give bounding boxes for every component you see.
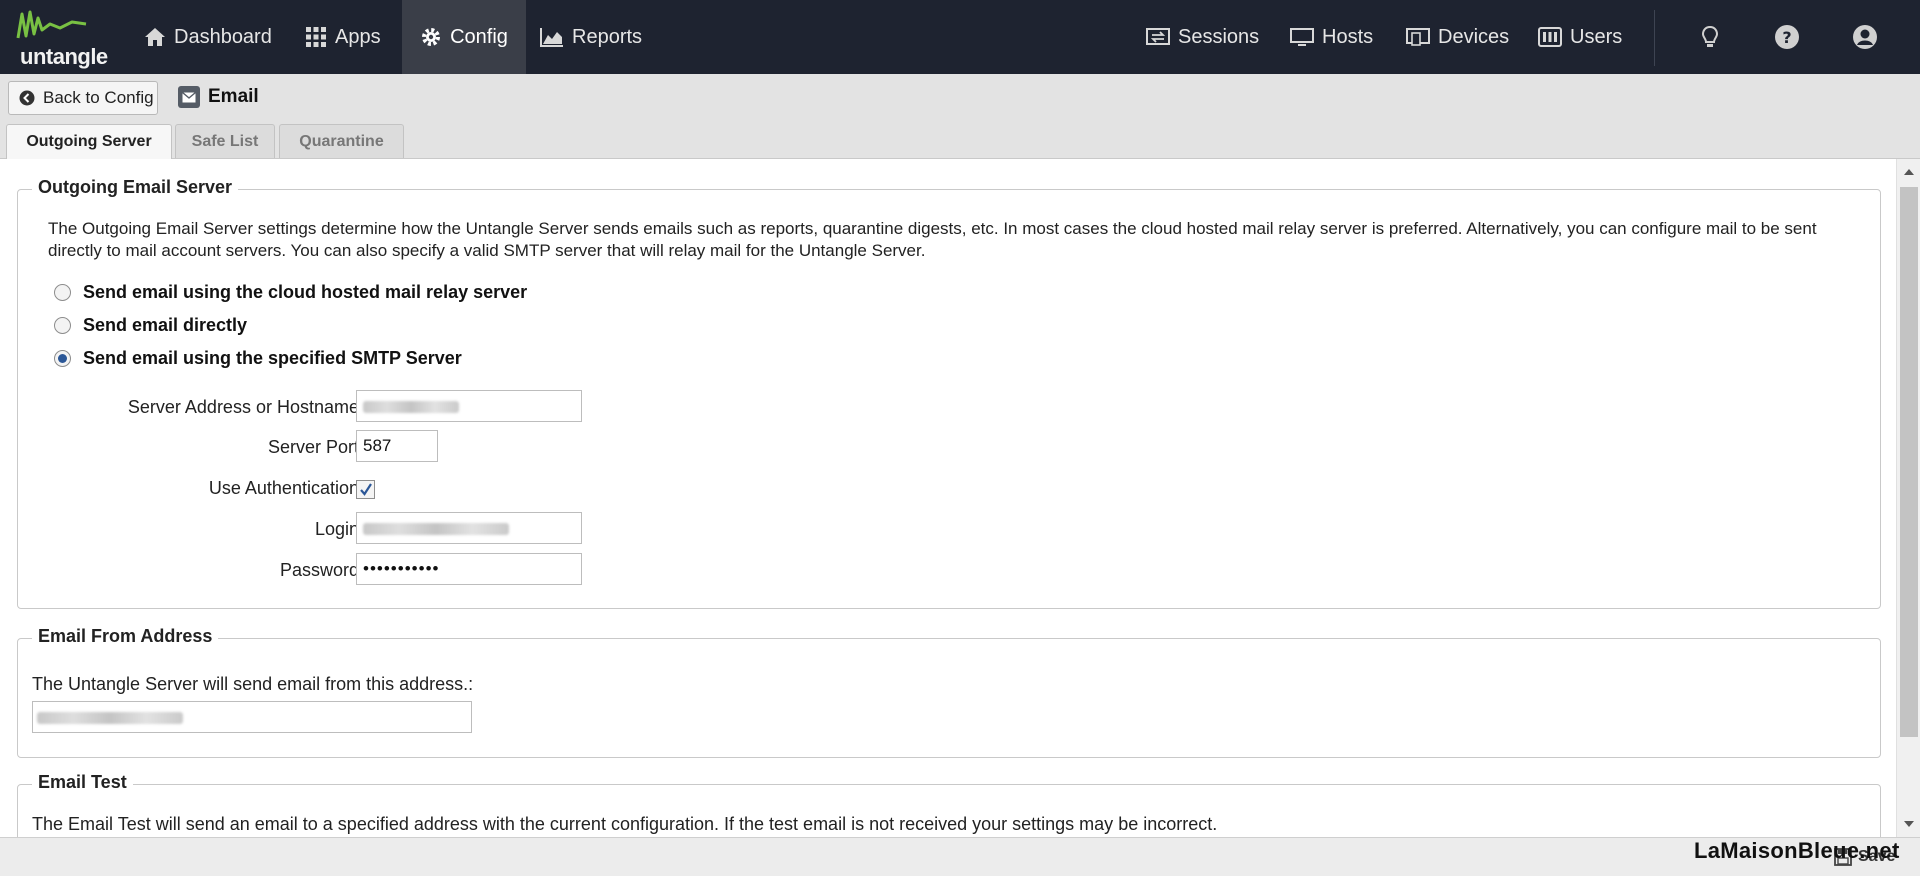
radio-button-selected[interactable] (54, 350, 71, 367)
section-description: The Untangle Server will send email from… (32, 674, 474, 694)
password-input[interactable]: ••••••••••• (356, 553, 582, 585)
server-port-input[interactable]: 587 (356, 430, 438, 462)
blurred-value (363, 401, 459, 413)
grid-icon (305, 26, 327, 48)
radio-send-directly[interactable]: Send email directly (54, 315, 247, 336)
email-test-section: Email Test The Email Test will send an e… (17, 772, 1881, 837)
radio-label: Send email using the cloud hosted mail r… (83, 282, 528, 302)
outgoing-email-server-section: Outgoing Email Server The Outgoing Email… (17, 177, 1881, 609)
section-title: Email From Address (32, 626, 219, 647)
page-title: Email (208, 86, 259, 107)
login-input[interactable] (356, 512, 582, 544)
email-from-address-section: Email From Address The Untangle Server w… (17, 626, 1881, 758)
scrollbar-thumb[interactable] (1900, 187, 1918, 737)
page-header: Back to Config Email (0, 74, 1920, 123)
back-to-config-label: Back to Config (43, 88, 154, 107)
radio-smtp-server[interactable]: Send email using the specified SMTP Serv… (54, 348, 462, 369)
watermark-text: LaMaisonBleue.net (1694, 838, 1900, 863)
top-navigation-bar: untangle Dashboard Apps Config Reports S… (0, 0, 1920, 74)
use-authentication-label: Use Authentication: (208, 478, 364, 498)
server-address-input[interactable] (356, 390, 582, 422)
svg-text:?: ? (1782, 28, 1791, 47)
server-port-label: Server Port: (267, 437, 364, 457)
gear-icon (420, 26, 442, 48)
area-chart-icon (540, 27, 564, 47)
bottom-toolbar (0, 837, 1920, 876)
monitor-icon (1290, 27, 1314, 47)
section-description: The Outgoing Email Server settings deter… (48, 219, 1817, 260)
settings-panel: Outgoing Email Server The Outgoing Email… (0, 159, 1896, 837)
nav-dashboard-label: Dashboard (174, 25, 272, 48)
devices-icon (1406, 27, 1430, 47)
users-icon (1538, 27, 1562, 47)
home-icon (144, 27, 166, 47)
tab-bar: Outgoing Server Safe List Quarantine (0, 122, 1920, 159)
section-title: Outgoing Email Server (32, 177, 239, 198)
tab-safe-list[interactable]: Safe List (175, 124, 275, 158)
logo-text: untangle (20, 44, 108, 69)
blurred-value (363, 523, 509, 535)
use-authentication-checkbox[interactable] (356, 480, 375, 499)
blurred-value (37, 712, 183, 724)
nav-users[interactable]: Users (1524, 0, 1636, 74)
untangle-logo[interactable]: untangle (16, 8, 112, 69)
checkmark-icon (359, 483, 372, 496)
scroll-down-arrow-icon[interactable] (1903, 819, 1915, 829)
radio-label: Send email directly (83, 315, 248, 335)
nav-devices-label: Devices (1438, 25, 1510, 48)
from-address-input[interactable] (32, 701, 472, 733)
nav-reports-label: Reports (572, 25, 643, 48)
nav-sessions-label: Sessions (1178, 25, 1260, 48)
nav-users-label: Users (1570, 25, 1623, 48)
radio-button[interactable] (54, 317, 71, 334)
arrow-circle-left-icon (19, 90, 35, 106)
radio-cloud-relay[interactable]: Send email using the cloud hosted mail r… (54, 282, 527, 303)
sessions-icon (1146, 27, 1170, 47)
scroll-up-arrow-icon[interactable] (1903, 167, 1915, 177)
nav-sessions[interactable]: Sessions (1132, 0, 1273, 74)
nav-reports[interactable]: Reports (526, 0, 656, 74)
help-icon[interactable]: ? (1770, 20, 1804, 54)
nav-devices[interactable]: Devices (1392, 0, 1523, 74)
tab-quarantine[interactable]: Quarantine (279, 124, 404, 158)
back-to-config-button[interactable]: Back to Config (8, 81, 158, 115)
nav-dashboard[interactable]: Dashboard (130, 0, 286, 74)
section-title: Email Test (32, 772, 133, 793)
nav-apps-label: Apps (335, 25, 381, 48)
nav-divider (1654, 10, 1655, 66)
login-label: Login: (314, 519, 364, 539)
nav-hosts[interactable]: Hosts (1276, 0, 1387, 74)
section-description: The Email Test will send an email to a s… (32, 814, 1218, 834)
user-account-icon[interactable] (1848, 20, 1882, 54)
nav-apps[interactable]: Apps (291, 0, 395, 74)
logo-wave-icon (16, 10, 87, 39)
nav-config[interactable]: Config (402, 0, 526, 74)
tab-outgoing-server[interactable]: Outgoing Server (6, 124, 172, 159)
password-label: Password: (279, 560, 364, 580)
server-address-label: Server Address or Hostname: (127, 397, 364, 417)
nav-hosts-label: Hosts (1322, 25, 1374, 48)
vertical-scrollbar[interactable] (1896, 159, 1920, 837)
radio-label: Send email using the specified SMTP Serv… (83, 348, 462, 368)
nav-config-label: Config (450, 25, 508, 48)
radio-button[interactable] (54, 284, 71, 301)
envelope-icon (178, 86, 200, 108)
lightbulb-icon[interactable] (1693, 20, 1727, 54)
